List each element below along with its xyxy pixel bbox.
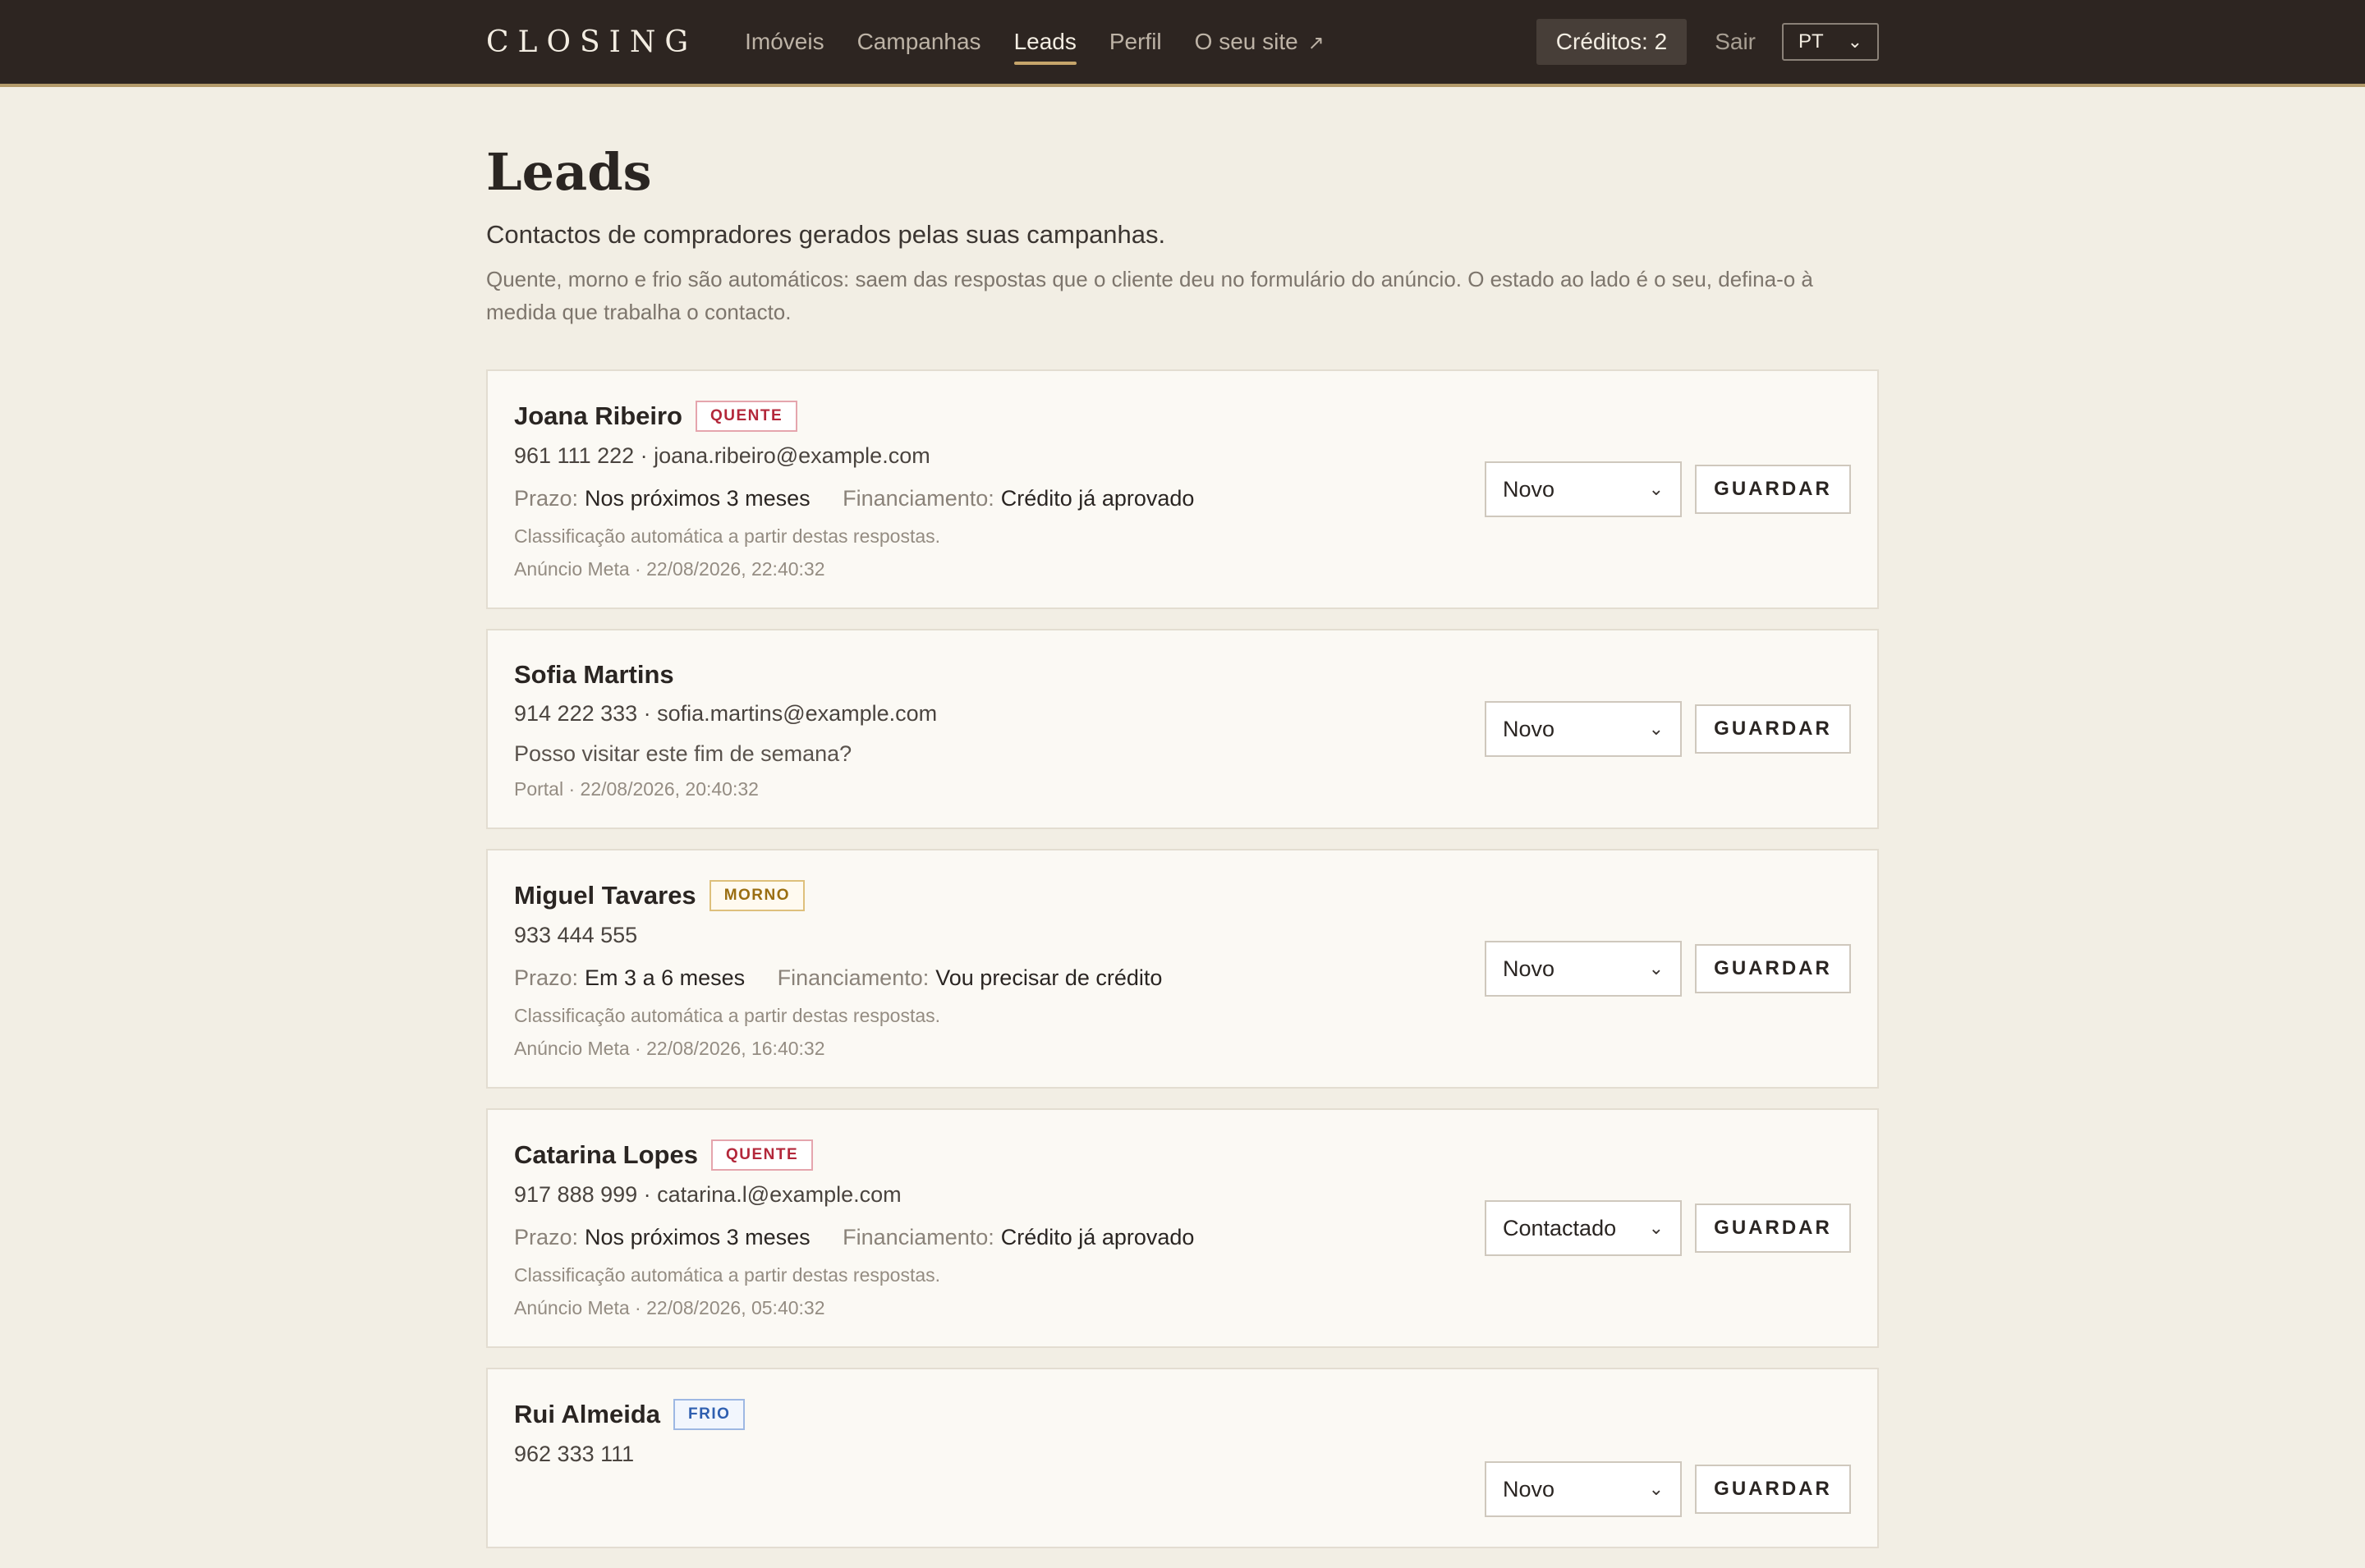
nav-link-imoveis[interactable]: Imóveis: [745, 24, 824, 60]
prazo-label: Prazo:: [514, 486, 579, 511]
save-button[interactable]: GUARDAR: [1695, 704, 1851, 754]
prazo-value: Nos próximos 3 meses: [585, 1225, 811, 1249]
chevron-down-icon: ⌄: [1648, 1217, 1664, 1238]
lead-name: Joana Ribeiro: [514, 401, 682, 430]
prazo-value: Em 3 a 6 meses: [585, 965, 746, 990]
nav-link-perfil[interactable]: Perfil: [1109, 24, 1162, 60]
lead-name: Miguel Tavares: [514, 881, 696, 910]
temperature-badge: QUENTE: [710, 1139, 814, 1171]
lead-meta: Anúncio Meta · 22/08/2026, 22:40:32: [514, 558, 825, 580]
lead-card: Sofia Martins 914 222 333 · sofia.martin…: [486, 629, 1879, 829]
prazo-value: Nos próximos 3 meses: [585, 486, 811, 511]
financiamento-value: Vou precisar de crédito: [935, 965, 1163, 990]
temperature-badge: QUENTE: [696, 401, 798, 432]
lead-card: Catarina Lopes QUENTE 917 888 999 · cata…: [486, 1108, 1879, 1348]
lead-card: Miguel Tavares MORNO 933 444 555 Prazo: E…: [486, 849, 1879, 1089]
lead-name: Sofia Martins: [514, 660, 674, 689]
lead-name-row: Sofia Martins: [514, 660, 1851, 690]
language-select-value: PT: [1798, 30, 1824, 53]
save-button[interactable]: GUARDAR: [1695, 944, 1851, 993]
lead-meta: Portal · 22/08/2026, 20:40:32: [514, 778, 759, 800]
nav-link-campanhas[interactable]: Campanhas: [857, 24, 981, 60]
chevron-down-icon: ⌄: [1648, 718, 1664, 739]
external-link-icon: ↗: [1307, 32, 1325, 54]
header-right: Créditos: 2 Sair PT ⌄: [1536, 19, 1879, 65]
status-select-value: Contactado: [1503, 1215, 1617, 1240]
lead-name-row: Catarina Lopes QUENTE: [514, 1139, 1851, 1171]
chevron-down-icon: ⌄: [1847, 31, 1862, 52]
lead-actions: Novo ⌄ GUARDAR: [1485, 1461, 1851, 1517]
page-subtitle: Contactos de compradores gerados pelas s…: [486, 220, 1166, 249]
language-select[interactable]: PT ⌄: [1782, 23, 1879, 61]
save-button[interactable]: GUARDAR: [1695, 1465, 1851, 1514]
page-title: Leads: [486, 142, 652, 202]
lead-meta: Anúncio Meta · 22/08/2026, 05:40:32: [514, 1297, 825, 1318]
save-button[interactable]: GUARDAR: [1695, 465, 1851, 514]
lead-name: Rui Almeida: [514, 1400, 660, 1428]
status-select[interactable]: Novo ⌄: [1485, 701, 1682, 757]
nav-link-o-seu-site-label: O seu site: [1194, 29, 1298, 54]
classification-note: Classificação automática a partir destas…: [514, 1264, 941, 1286]
lead-card: Rui Almeida FRIO 962 333 111 Novo ⌄ GUAR…: [486, 1368, 1879, 1548]
nav-link-leads[interactable]: Leads: [1013, 24, 1077, 65]
lead-actions: Contactado ⌄ GUARDAR: [1485, 1200, 1851, 1256]
classification-note: Classificação automática a partir destas…: [514, 1005, 941, 1026]
prazo-label: Prazo:: [514, 965, 579, 990]
page-note: Quente, morno e frio são automáticos: sa…: [486, 267, 1813, 324]
financiamento-value: Crédito já aprovado: [1000, 1225, 1195, 1249]
nav-link-o-seu-site[interactable]: O seu site ↗: [1195, 24, 1325, 60]
status-select[interactable]: Contactado ⌄: [1485, 1200, 1682, 1256]
brand-logo[interactable]: CLOSING: [486, 25, 697, 59]
lead-actions: Novo ⌄ GUARDAR: [1485, 701, 1851, 757]
financiamento-label: Financiamento:: [777, 965, 930, 990]
main-content: Leads Contactos de compradores gerados p…: [486, 87, 1879, 1568]
classification-note: Classificação automática a partir destas…: [514, 525, 941, 547]
main-nav: Imóveis Campanhas Leads Perfil O seu sit…: [745, 24, 1325, 65]
temperature-badge: FRIO: [673, 1399, 746, 1430]
temperature-badge: MORNO: [709, 880, 806, 911]
lead-actions: Novo ⌄ GUARDAR: [1485, 461, 1851, 517]
chevron-down-icon: ⌄: [1648, 1479, 1664, 1499]
financiamento-value: Crédito já aprovado: [1000, 486, 1195, 511]
top-navigation-inner: CLOSING Imóveis Campanhas Leads Perfil O…: [486, 0, 1879, 84]
lead-name-row: Joana Ribeiro QUENTE: [514, 401, 1851, 432]
lead-name: Catarina Lopes: [514, 1140, 698, 1169]
chevron-down-icon: ⌄: [1648, 958, 1664, 979]
logout-link[interactable]: Sair: [1715, 29, 1756, 55]
status-select-value: Novo: [1503, 1476, 1555, 1502]
prazo-label: Prazo:: [514, 1225, 579, 1249]
save-button[interactable]: GUARDAR: [1695, 1204, 1851, 1253]
status-select[interactable]: Novo ⌄: [1485, 461, 1682, 517]
lead-actions: Novo ⌄ GUARDAR: [1485, 941, 1851, 997]
status-select-value: Novo: [1503, 476, 1555, 502]
status-select-value: Novo: [1503, 956, 1555, 981]
leads-list: Joana Ribeiro QUENTE 961 111 222 · joana…: [486, 369, 1879, 1548]
lead-card: Joana Ribeiro QUENTE 961 111 222 · joana…: [486, 369, 1879, 609]
status-select[interactable]: Novo ⌄: [1485, 1461, 1682, 1517]
lead-name-row: Rui Almeida FRIO: [514, 1399, 1851, 1430]
status-select-value: Novo: [1503, 716, 1555, 741]
status-select[interactable]: Novo ⌄: [1485, 941, 1682, 997]
financiamento-label: Financiamento:: [843, 1225, 994, 1249]
credits-badge: Créditos: 2: [1536, 19, 1688, 65]
lead-meta: Anúncio Meta · 22/08/2026, 16:40:32: [514, 1038, 825, 1059]
financiamento-label: Financiamento:: [843, 486, 994, 511]
lead-name-row: Miguel Tavares MORNO: [514, 880, 1851, 911]
chevron-down-icon: ⌄: [1648, 479, 1664, 499]
top-navigation-bar: CLOSING Imóveis Campanhas Leads Perfil O…: [0, 0, 2365, 87]
